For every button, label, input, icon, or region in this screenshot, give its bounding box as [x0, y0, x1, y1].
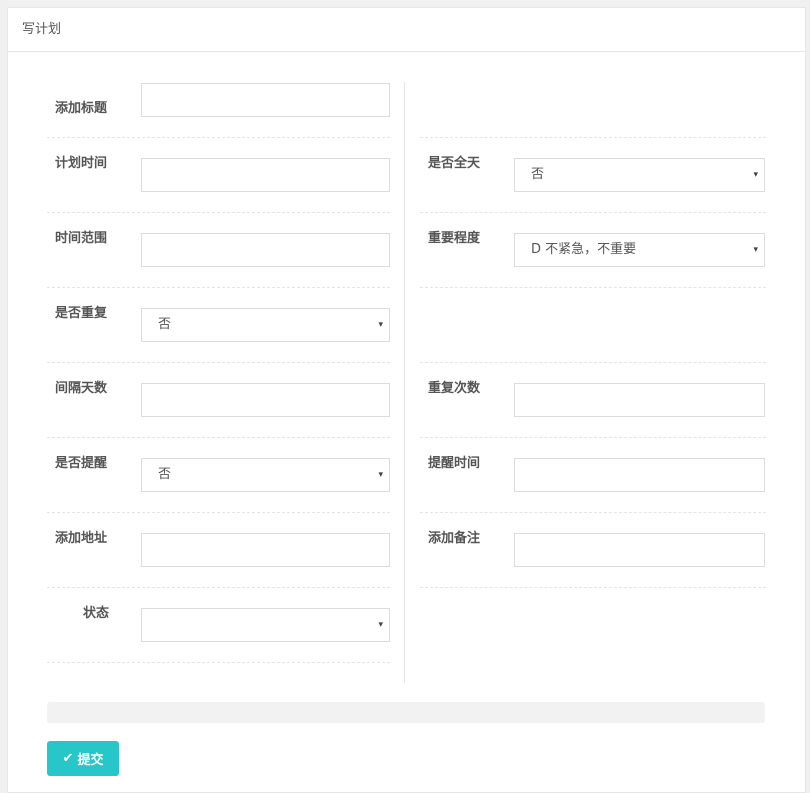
- form-row-remind: 是否提醒 否 ▾: [47, 438, 390, 513]
- remind-select-value: 否: [158, 467, 172, 482]
- form-row-interval-days: 间隔天数: [47, 363, 390, 438]
- importance-select[interactable]: D 不紧急，不重要 ▾: [514, 233, 765, 267]
- plan-time-label: 计划时间: [55, 156, 108, 171]
- form-row-time-range: 时间范围: [47, 213, 390, 288]
- progress-bar-empty: [47, 702, 765, 723]
- all-day-label: 是否全天: [428, 156, 481, 171]
- check-icon: ✔: [62, 751, 74, 766]
- all-day-select[interactable]: 否 ▾: [514, 158, 765, 192]
- panel-title: 写计划: [8, 8, 805, 52]
- chevron-down-icon: ▾: [378, 470, 383, 480]
- form-row-importance: 重要程度 D 不紧急，不重要 ▾: [420, 213, 766, 288]
- remind-select[interactable]: 否 ▾: [141, 458, 390, 492]
- repeat-count-label: 重复次数: [428, 381, 481, 396]
- form-row-empty-mid: [420, 288, 766, 363]
- chevron-down-icon: ▾: [753, 245, 758, 255]
- status-label: 状态: [83, 606, 110, 621]
- importance-label: 重要程度: [428, 231, 481, 246]
- title-label: 添加标题: [55, 101, 108, 116]
- form-row-empty-top: [420, 83, 766, 138]
- submit-label: 提交: [77, 753, 104, 768]
- remind-time-label: 提醒时间: [428, 456, 481, 471]
- form-row-plan-time: 计划时间: [47, 138, 390, 213]
- plan-panel: 写计划 添加标题 计划时间 时间范围 是否重复 否 ▾ 间隔天数 是否提醒 否 …: [7, 7, 806, 793]
- status-select[interactable]: ▾: [141, 608, 390, 642]
- importance-select-value: D 不紧急，不重要: [531, 242, 637, 257]
- form-row-address: 添加地址: [47, 513, 390, 588]
- form-row-status: 状态 ▾: [47, 588, 390, 663]
- time-range-input[interactable]: [141, 233, 390, 267]
- repeat-count-input[interactable]: [514, 383, 765, 417]
- chevron-down-icon: ▾: [753, 170, 758, 180]
- repeat-select[interactable]: 否 ▾: [141, 308, 390, 342]
- submit-button[interactable]: ✔ 提交: [47, 741, 119, 776]
- interval-days-label: 间隔天数: [55, 381, 108, 396]
- address-input[interactable]: [141, 533, 390, 567]
- column-divider: [404, 82, 405, 683]
- form-row-remind-time: 提醒时间: [420, 438, 766, 513]
- address-label: 添加地址: [55, 531, 108, 546]
- title-input[interactable]: [141, 83, 390, 117]
- form-row-repeat: 是否重复 否 ▾: [47, 288, 390, 363]
- interval-days-input[interactable]: [141, 383, 390, 417]
- time-range-label: 时间范围: [55, 231, 108, 246]
- remark-input[interactable]: [514, 533, 765, 567]
- form-row-all-day: 是否全天 否 ▾: [420, 138, 766, 213]
- form-row-title: 添加标题: [47, 83, 390, 138]
- chevron-down-icon: ▾: [378, 620, 383, 630]
- repeat-label: 是否重复: [55, 306, 108, 321]
- remind-label: 是否提醒: [55, 456, 108, 471]
- plan-time-input[interactable]: [141, 158, 390, 192]
- all-day-select-value: 否: [531, 167, 545, 182]
- repeat-select-value: 否: [158, 317, 172, 332]
- remind-time-input[interactable]: [514, 458, 765, 492]
- form-row-repeat-count: 重复次数: [420, 363, 766, 438]
- chevron-down-icon: ▾: [378, 320, 383, 330]
- remark-label: 添加备注: [428, 531, 481, 546]
- form-row-remark: 添加备注: [420, 513, 766, 588]
